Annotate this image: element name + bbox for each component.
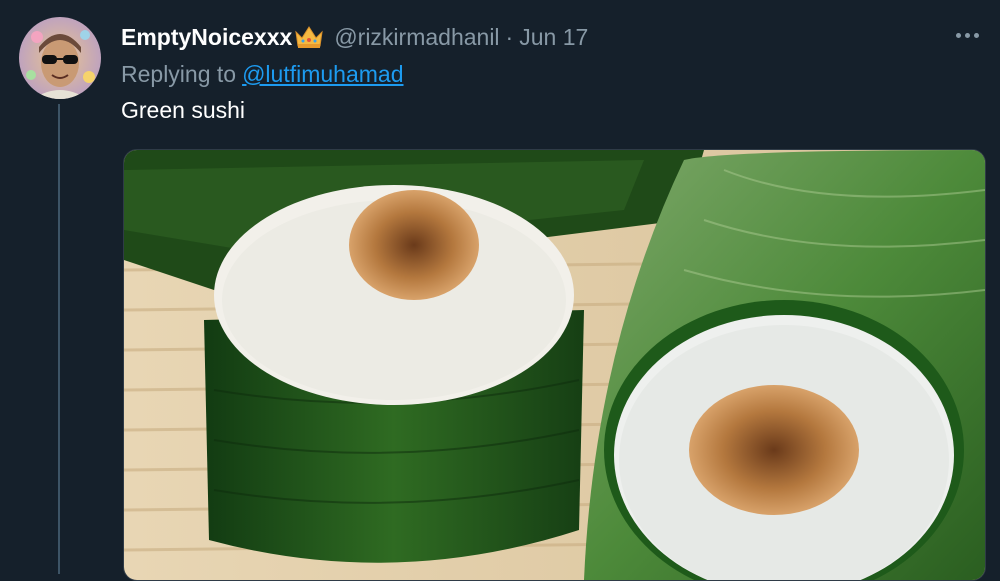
tweet-text: Green sushi — [121, 97, 246, 123]
more-options-icon[interactable] — [950, 26, 984, 44]
tweet-date[interactable]: Jun 17 — [519, 24, 588, 51]
tweet-photo[interactable] — [123, 149, 986, 581]
thread-line — [58, 104, 60, 574]
mention-link[interactable]: @lutfimuhamad — [242, 61, 403, 87]
separator-dot: · — [505, 23, 514, 50]
crown-icon — [294, 24, 324, 50]
replying-prefix: Replying to — [121, 61, 237, 87]
avatar[interactable] — [19, 17, 101, 99]
user-handle[interactable]: @rizkirmadhanil — [334, 24, 499, 51]
display-name[interactable]: EmptyNoicexxx — [121, 24, 292, 51]
tweet-header: EmptyNoicexxx @rizkirmadhanil · Jun 17 — [121, 20, 588, 54]
replying-to: Replying to @lutfimuhamad — [121, 61, 404, 88]
